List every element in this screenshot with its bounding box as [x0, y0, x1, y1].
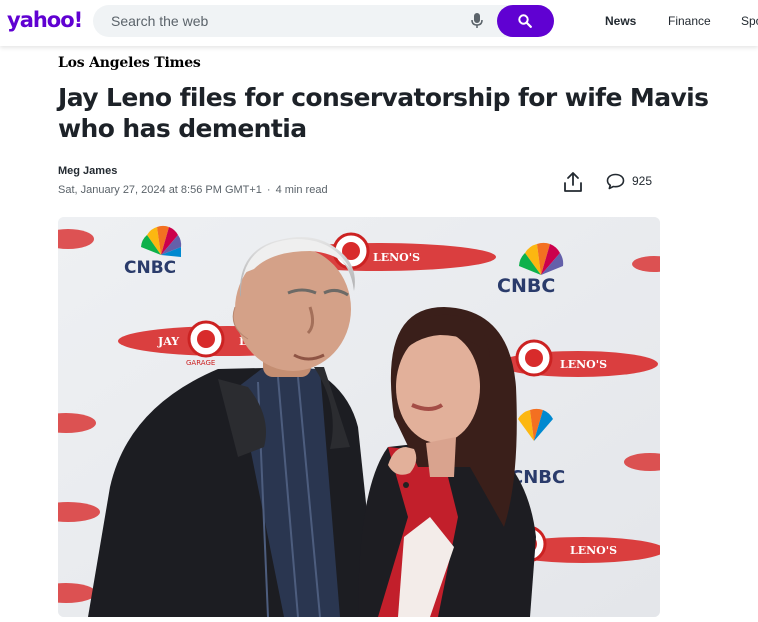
search-input[interactable] [93, 5, 463, 37]
cnbc-text: CNBC [497, 275, 555, 297]
publisher-name[interactable]: Los Angeles Times [58, 55, 201, 71]
nav-news[interactable]: News [605, 14, 636, 28]
search-icon [518, 14, 532, 28]
garage-logo-lenos: LENO'S [373, 251, 420, 264]
garage-logo-jay: JAY [157, 335, 179, 348]
comments-button[interactable]: 925 [606, 172, 652, 190]
nav-finance[interactable]: Finance [668, 14, 711, 28]
garage-logo-garage: GARAGE [186, 359, 215, 367]
share-icon[interactable] [563, 171, 583, 193]
mic-icon[interactable] [470, 12, 484, 30]
separator: · [266, 184, 271, 196]
garage-logo-lenos: LENO'S [570, 544, 617, 557]
comment-count: 925 [632, 174, 653, 188]
nav-sports[interactable]: Spo [741, 14, 758, 28]
top-bar: yahoo! News Finance Spo [0, 0, 758, 46]
read-time: 4 min read [275, 184, 328, 196]
author-name[interactable]: Meg James [58, 165, 117, 177]
article-headline: Jay Leno files for conservatorship for w… [58, 83, 709, 143]
search-box[interactable] [93, 5, 554, 37]
cnbc-text: CNBC [124, 258, 176, 278]
publish-date: Sat, January 27, 2024 at 8:56 PM GMT+1 [58, 184, 262, 196]
yahoo-logo[interactable]: yahoo! [7, 8, 83, 32]
photo-illustration: CNBC CNBC CNBC JAY LENO'S GARAGE LENO'S [58, 217, 660, 617]
search-button[interactable] [497, 5, 554, 37]
garage-logo-lenos: LENO'S [560, 358, 607, 371]
article-photo[interactable]: CNBC CNBC CNBC JAY LENO'S GARAGE LENO'S [58, 217, 660, 617]
comment-icon [606, 173, 625, 189]
article-dateline: Sat, January 27, 2024 at 8:56 PM GMT+1 · 4… [58, 184, 328, 196]
